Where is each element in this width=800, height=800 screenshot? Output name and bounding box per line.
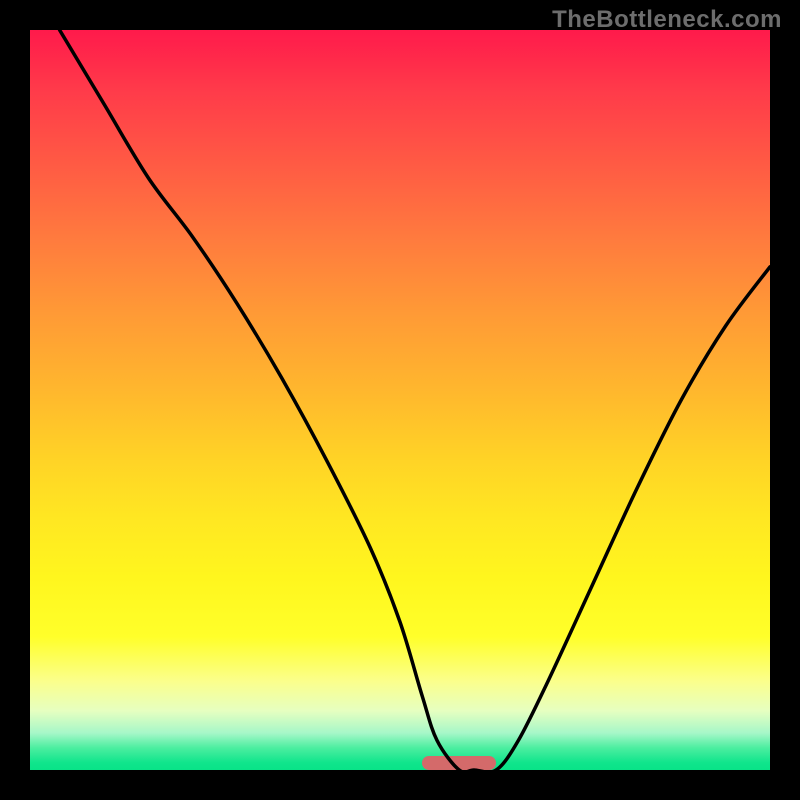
- watermark-text: TheBottleneck.com: [552, 6, 782, 34]
- chart-frame: TheBottleneck.com: [0, 0, 800, 800]
- bottleneck-curve: [30, 30, 770, 770]
- plot-area: [30, 30, 770, 770]
- curve-path: [60, 30, 770, 770]
